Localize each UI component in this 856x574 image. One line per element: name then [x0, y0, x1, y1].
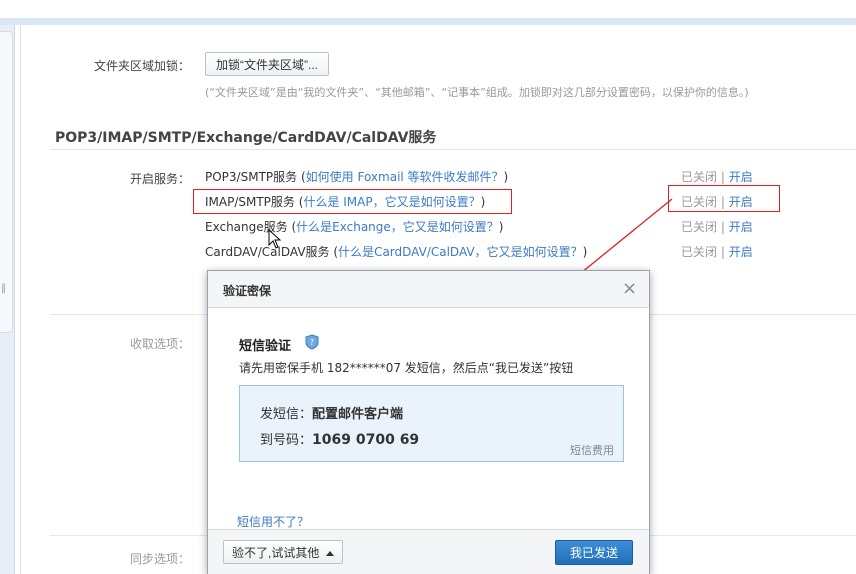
- enable-highlight-box: [668, 185, 780, 212]
- mouse-cursor-icon: [268, 229, 282, 249]
- sms-label: 发短信：: [260, 407, 313, 422]
- receive-options-label: 收取选项：: [130, 337, 191, 351]
- sidebar: ‖: [0, 25, 15, 574]
- sms-fee-link[interactable]: 短信费用: [570, 442, 614, 458]
- service-help-link[interactable]: 如何使用 Foxmail 等软件收发邮件？: [306, 170, 504, 184]
- top-bar: [0, 0, 856, 18]
- sms-verify-heading: 短信验证: [239, 339, 292, 354]
- enable-link[interactable]: 开启: [729, 170, 753, 184]
- dialog-header: 验证密保 ×: [208, 271, 649, 308]
- enable-link[interactable]: 开启: [729, 220, 753, 234]
- enable-link[interactable]: 开启: [729, 245, 753, 259]
- service-name: POP3/SMTP服务: [205, 170, 298, 184]
- service-status-exchange: 已关闭 | 开启: [681, 218, 753, 235]
- service-row-exchange: Exchange服务 (什么是Exchange，它又是如何设置？): [205, 218, 503, 235]
- folder-lock-button[interactable]: 加锁“文件夹区域”...: [205, 52, 329, 76]
- header-band: [0, 18, 856, 25]
- folder-lock-label: 文件夹区域加锁：: [94, 59, 191, 73]
- service-status-carddav: 已关闭 | 开启: [681, 243, 753, 260]
- status-text: 已关闭: [681, 170, 718, 184]
- service-help-link[interactable]: 什么是Exchange，它又是如何设置？: [296, 220, 499, 234]
- paren-close: ): [498, 220, 504, 234]
- sms-number-row: 到号码：1069 0700 69: [260, 429, 419, 448]
- status-text: 已关闭: [681, 220, 718, 234]
- service-row-pop3: POP3/SMTP服务 (如何使用 Foxmail 等软件收发邮件？): [205, 168, 508, 185]
- close-icon[interactable]: ×: [622, 278, 637, 299]
- folder-lock-hint: (“文件夹区域”是由“我的文件夹”、“其他邮箱”、“记事本”组成。加锁即对这几部…: [205, 86, 749, 99]
- dialog-footer: 验不了,试试其他 我已发送: [208, 529, 649, 574]
- status-separator: |: [720, 220, 725, 234]
- try-other-button[interactable]: 验不了,试试其他: [223, 540, 343, 564]
- sms-content: 配置邮件客户端: [312, 407, 404, 422]
- to-number-label: 到号码：: [260, 433, 313, 448]
- sms-content-row: 发短信：配置邮件客户端: [260, 403, 403, 422]
- section-title: POP3/IMAP/SMTP/Exchange/CardDAV/CalDAV服务: [55, 130, 437, 146]
- shield-icon: ?: [305, 334, 319, 350]
- try-other-label: 验不了,试试其他: [232, 545, 320, 560]
- sent-button[interactable]: 我已发送: [555, 540, 633, 565]
- caret-up-icon: [325, 550, 334, 556]
- sync-options-label: 同步选项：: [130, 552, 191, 566]
- service-status-pop3: 已关闭 | 开启: [681, 168, 753, 185]
- sms-instruction: 请先用密保手机 182******07 发短信，然后点“我已发送”按钮: [239, 361, 574, 375]
- paren-close: ): [503, 170, 509, 184]
- sms-unavailable-link[interactable]: 短信用不了？: [237, 513, 309, 530]
- verify-security-dialog: 验证密保 × 短信验证 ? 请先用密保手机 182******07 发短信，然后…: [207, 270, 650, 574]
- status-separator: |: [720, 170, 725, 184]
- sidebar-marker: ‖: [1, 283, 6, 294]
- section-divider: [50, 149, 856, 150]
- services-label: 开启服务：: [130, 172, 191, 186]
- dialog-title: 验证密保: [223, 284, 272, 298]
- to-number: 1069 0700 69: [312, 432, 420, 448]
- status-text: 已关闭: [681, 245, 718, 259]
- imap-highlight-box: [193, 189, 512, 214]
- svg-text:?: ?: [310, 338, 314, 347]
- status-separator: |: [720, 245, 725, 259]
- sms-info-box: 发短信：配置邮件客户端 到号码：1069 0700 69 短信费用: [239, 385, 624, 462]
